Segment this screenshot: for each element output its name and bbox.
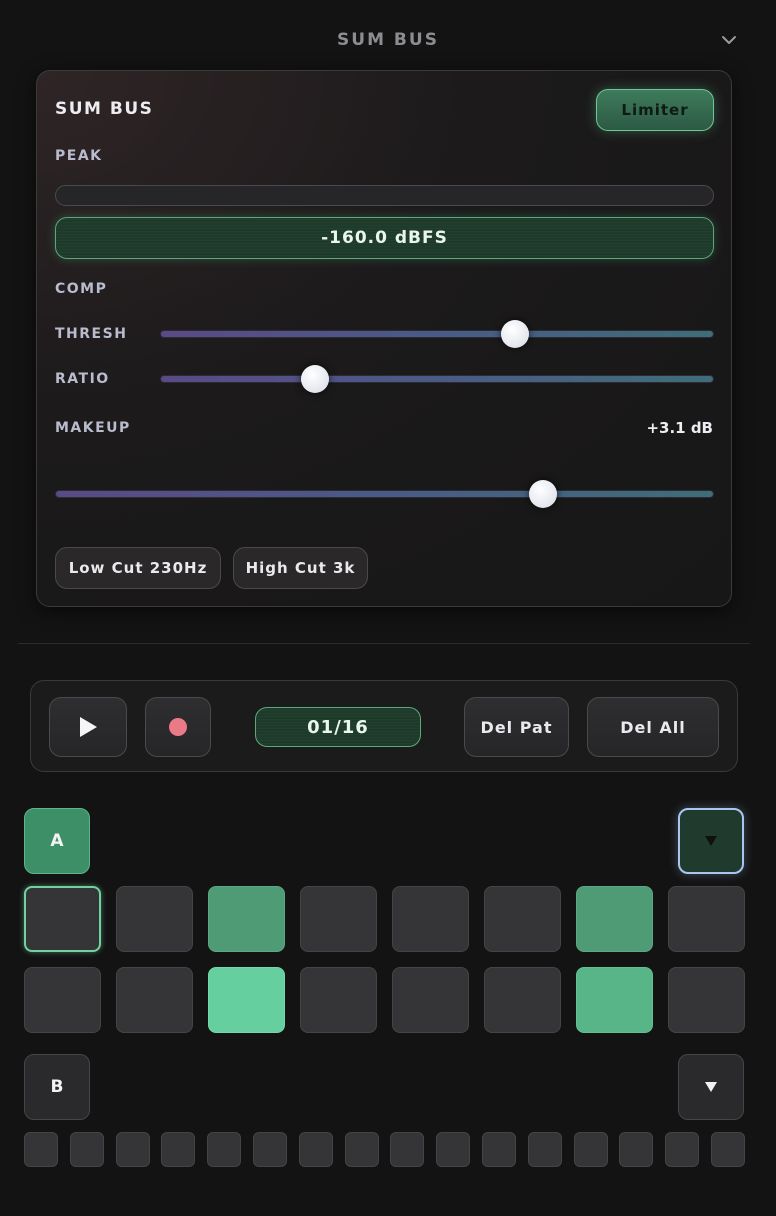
slider-knob[interactable]: [500, 320, 529, 348]
pattern-a-dropdown[interactable]: [678, 808, 744, 874]
delete-pattern-button[interactable]: Del Pat: [464, 697, 569, 757]
pattern-b-dropdown[interactable]: [678, 1054, 744, 1120]
step-pad[interactable]: [344, 1132, 379, 1167]
slider-track: [160, 375, 714, 383]
step-pad[interactable]: [161, 1132, 196, 1167]
slider-track: [55, 490, 714, 498]
step-pad[interactable]: [436, 1132, 471, 1167]
step-counter: 01/16: [255, 707, 421, 747]
low-cut-button[interactable]: Low Cut 230Hz: [55, 547, 221, 589]
thresh-slider[interactable]: [160, 320, 714, 348]
step-pad[interactable]: [576, 967, 653, 1033]
step-pad[interactable]: [573, 1132, 608, 1167]
play-button[interactable]: [49, 697, 127, 757]
section-divider: [18, 643, 750, 644]
step-pad[interactable]: [619, 1132, 654, 1167]
pattern-a-button[interactable]: A: [24, 808, 90, 874]
makeup-slider[interactable]: [55, 480, 714, 508]
step-pad[interactable]: [69, 1132, 104, 1167]
ratio-label: RATIO: [55, 371, 110, 387]
pattern-b-button[interactable]: B: [24, 1054, 90, 1120]
step-pad[interactable]: [24, 1132, 58, 1167]
play-icon: [80, 717, 97, 737]
slider-track: [160, 330, 714, 338]
step-pad[interactable]: [527, 1132, 562, 1167]
step-pad[interactable]: [665, 1132, 700, 1167]
step-pad[interactable]: [253, 1132, 287, 1167]
makeup-readout: +3.1 dB: [646, 419, 713, 437]
step-pad[interactable]: [208, 886, 285, 952]
makeup-label: MAKEUP: [55, 420, 131, 436]
panel-title: SUM BUS: [55, 99, 154, 119]
sum-bus-panel: SUM BUS Limiter PEAK -160.0 dBFS COMP TH…: [36, 70, 732, 607]
step-pad[interactable]: [576, 886, 653, 952]
step-pad[interactable]: [668, 886, 745, 952]
peak-meter: [55, 185, 714, 206]
peak-label: PEAK: [55, 148, 103, 164]
step-pad[interactable]: [208, 967, 285, 1033]
step-pad[interactable]: [116, 967, 193, 1033]
step-pad[interactable]: [484, 886, 561, 952]
slider-knob[interactable]: [528, 480, 557, 508]
header-title: SUM BUS: [337, 30, 439, 50]
step-pad[interactable]: [484, 967, 561, 1033]
triangle-down-icon: [705, 836, 717, 846]
record-button[interactable]: [145, 697, 211, 757]
step-pad[interactable]: [668, 967, 745, 1033]
step-pad[interactable]: [392, 967, 469, 1033]
step-pad[interactable]: [116, 886, 193, 952]
chevron-down-icon[interactable]: [720, 33, 738, 47]
step-pad[interactable]: [115, 1132, 150, 1167]
record-icon: [169, 718, 187, 736]
slider-knob[interactable]: [301, 365, 330, 393]
step-pad[interactable]: [24, 967, 101, 1033]
delete-all-button[interactable]: Del All: [587, 697, 719, 757]
high-cut-button[interactable]: High Cut 3k: [233, 547, 368, 589]
step-pad[interactable]: [711, 1132, 745, 1167]
step-pad[interactable]: [300, 886, 377, 952]
step-pad[interactable]: [390, 1132, 425, 1167]
thresh-label: THRESH: [55, 326, 128, 342]
transport-bar: 01/16 Del Pat Del All: [30, 680, 738, 772]
comp-label: COMP: [55, 281, 108, 297]
step-pad[interactable]: [482, 1132, 516, 1167]
limiter-button[interactable]: Limiter: [596, 89, 714, 131]
step-pad[interactable]: [24, 886, 101, 952]
step-pad[interactable]: [392, 886, 469, 952]
step-pad[interactable]: [207, 1132, 242, 1167]
step-pad[interactable]: [298, 1132, 333, 1167]
step-pad[interactable]: [300, 967, 377, 1033]
triangle-down-icon: [705, 1082, 717, 1092]
peak-readout: -160.0 dBFS: [55, 217, 714, 259]
ratio-slider[interactable]: [160, 365, 714, 393]
